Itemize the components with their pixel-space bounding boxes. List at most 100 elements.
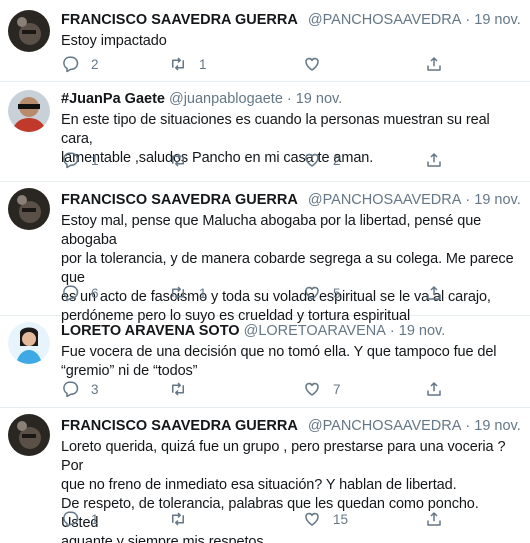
tweet-text-line: “gremio” ni de “todos” xyxy=(61,363,198,379)
share-icon xyxy=(427,57,441,71)
author-handle[interactable]: @PANCHOSAAVEDRA xyxy=(308,417,462,436)
retweet-icon xyxy=(172,153,184,167)
author-handle[interactable]: @PANCHOSAAVEDRA xyxy=(308,11,462,30)
heart-icon xyxy=(305,57,319,71)
like-count: 5 xyxy=(333,285,341,301)
share-icon xyxy=(427,286,441,300)
tweet-date[interactable]: 19 nov. xyxy=(474,191,521,210)
tweet-header: LORETO ARAVENA SOTO @LORETOARAVENA · 19 … xyxy=(61,322,516,341)
reply-button[interactable]: 3 xyxy=(61,380,99,398)
separator: · xyxy=(286,91,292,107)
tweet[interactable]: #JuanPa Gaete @juanpablogaete · 19 nov. … xyxy=(0,82,530,182)
tweet-text: Estoy mal, pense que Malucha abogaba por… xyxy=(61,212,516,326)
author-handle[interactable]: @juanpablogaete xyxy=(169,90,283,109)
like-button[interactable]: 15 xyxy=(303,510,348,528)
share-icon xyxy=(427,382,441,396)
tweet-text-line: Estoy impactado xyxy=(61,33,167,49)
tweet-date[interactable]: 19 nov. xyxy=(474,11,521,30)
heart-icon xyxy=(305,512,319,526)
tweet-text-line: Loreto querida, quizá fue un grupo , per… xyxy=(61,439,506,474)
retweet-button[interactable] xyxy=(169,151,199,169)
avatar[interactable] xyxy=(8,90,50,132)
share-icon xyxy=(427,512,441,526)
avatar[interactable] xyxy=(8,188,50,230)
tweet-text: Estoy impactado xyxy=(61,32,516,51)
reply-count: 2 xyxy=(91,56,99,72)
author-name[interactable]: FRANCISCO SAAVEDRA GUERRA xyxy=(61,191,298,210)
avatar[interactable] xyxy=(8,322,50,364)
author-name[interactable]: #JuanPa Gaete xyxy=(61,90,165,109)
retweet-icon xyxy=(172,512,184,526)
heart-icon xyxy=(305,286,319,300)
tweet[interactable]: FRANCISCO SAAVEDRA GUERRA @PANCHOSAAVEDR… xyxy=(0,182,530,324)
like-count: 15 xyxy=(333,511,349,527)
reply-button[interactable]: 1 xyxy=(61,510,99,528)
reply-count: 6 xyxy=(91,285,99,301)
retweet-button[interactable] xyxy=(169,380,199,398)
author-name[interactable]: FRANCISCO SAAVEDRA GUERRA xyxy=(61,11,298,30)
tweet-actions: 6 1 5 xyxy=(61,284,521,304)
tweet-date[interactable]: 19 nov. xyxy=(474,417,521,436)
tweet[interactable]: FRANCISCO SAAVEDRA GUERRA @PANCHOSAAVEDR… xyxy=(0,0,530,82)
tweet[interactable]: FRANCISCO SAAVEDRA GUERRA @PANCHOSAAVEDR… xyxy=(0,408,530,543)
tweet-header: FRANCISCO SAAVEDRA GUERRA @PANCHOSAAVEDR… xyxy=(61,188,521,210)
share-button[interactable] xyxy=(425,380,443,398)
like-button[interactable]: 2 xyxy=(303,151,341,169)
retweet-icon xyxy=(172,286,184,300)
tweet-date[interactable]: 19 nov. xyxy=(399,322,446,341)
heart-icon xyxy=(305,382,319,396)
reply-count: 1 xyxy=(91,511,99,527)
reply-button[interactable]: 1 xyxy=(61,151,99,169)
separator: · xyxy=(465,12,471,28)
like-button[interactable]: 7 xyxy=(303,380,341,398)
tweet-text-line: aguante y siempre mis respetos xyxy=(61,534,264,543)
author-name[interactable]: LORETO ARAVENA SOTO xyxy=(61,322,240,341)
author-name[interactable]: FRANCISCO SAAVEDRA GUERRA xyxy=(61,417,298,436)
author-handle[interactable]: @LORETOARAVENA xyxy=(244,322,386,341)
retweet-button[interactable]: 1 xyxy=(169,55,207,73)
tweet-text-line: Fue vocera de una decisión que no tomó e… xyxy=(61,344,497,360)
heart-icon xyxy=(305,153,319,167)
like-button[interactable] xyxy=(303,55,333,73)
retweet-icon xyxy=(172,57,184,71)
separator: · xyxy=(389,323,395,339)
avatar[interactable] xyxy=(8,10,50,52)
reply-icon xyxy=(63,381,79,398)
tweet-date[interactable]: 19 nov. xyxy=(296,90,343,109)
tweet-text-line: En este tipo de situaciones es cuando la… xyxy=(61,112,490,147)
like-count: 7 xyxy=(333,381,341,397)
share-button[interactable] xyxy=(425,55,443,73)
author-handle[interactable]: @PANCHOSAAVEDRA xyxy=(308,191,462,210)
tweet-header: #JuanPa Gaete @juanpablogaete · 19 nov. xyxy=(61,90,516,109)
separator: · xyxy=(465,418,471,434)
reply-button[interactable]: 2 xyxy=(61,55,99,73)
reply-count: 1 xyxy=(91,152,99,168)
share-button[interactable] xyxy=(425,284,443,302)
separator: · xyxy=(465,192,471,208)
tweet-actions: 1 15 xyxy=(61,510,521,530)
share-button[interactable] xyxy=(425,151,443,169)
reply-count: 3 xyxy=(91,381,99,397)
avatar[interactable] xyxy=(8,414,50,456)
tweet-header: FRANCISCO SAAVEDRA GUERRA @PANCHOSAAVEDR… xyxy=(61,8,521,30)
tweet-header: FRANCISCO SAAVEDRA GUERRA @PANCHOSAAVEDR… xyxy=(61,414,521,436)
tweet-actions: 1 2 xyxy=(61,151,521,171)
tweet-actions: 3 7 xyxy=(61,380,521,400)
tweet[interactable]: LORETO ARAVENA SOTO @LORETOARAVENA · 19 … xyxy=(0,316,530,408)
retweet-count: 1 xyxy=(199,285,207,301)
share-button[interactable] xyxy=(425,510,443,528)
like-count: 2 xyxy=(333,152,341,168)
reply-button[interactable]: 6 xyxy=(61,284,99,302)
like-button[interactable]: 5 xyxy=(303,284,341,302)
tweet-actions: 2 1 xyxy=(61,55,521,75)
tweet-text-line: por la tolerancia, y de manera cobarde s… xyxy=(61,251,514,286)
retweet-button[interactable]: 1 xyxy=(169,284,207,302)
tweet-text-line: Estoy mal, pense que Malucha abogaba por… xyxy=(61,213,482,248)
reply-icon xyxy=(63,511,79,528)
retweet-button[interactable] xyxy=(169,510,199,528)
tweet-text: Fue vocera de una decisión que no tomó e… xyxy=(61,343,516,381)
tweet-thread: FRANCISCO SAAVEDRA GUERRA @PANCHOSAAVEDR… xyxy=(0,0,530,543)
tweet-text-line: que no freno de inmediato esa situación?… xyxy=(61,477,457,493)
share-icon xyxy=(427,153,441,167)
reply-icon xyxy=(63,56,79,73)
